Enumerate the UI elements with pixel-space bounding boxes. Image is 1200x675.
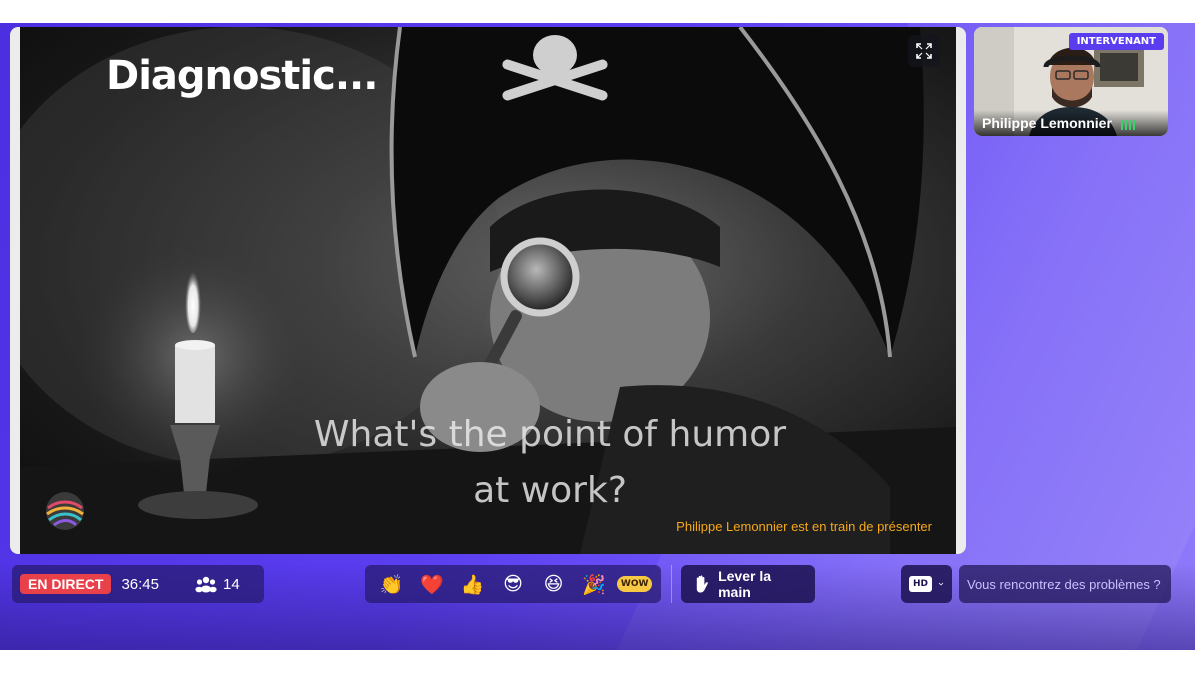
heart-icon[interactable]: ❤️	[414, 569, 450, 599]
laugh-face-icon[interactable]: 😆	[536, 569, 572, 599]
report-problem-link[interactable]: Vous rencontrez des problèmes ?	[959, 565, 1171, 603]
speaker-name-bar: Philippe Lemonnier	[974, 110, 1168, 136]
slide-quote-line-1: What's the point of humor	[313, 414, 787, 455]
speaker-video-tile[interactable]: INTERVENANT Philippe Lemonnier	[974, 27, 1168, 136]
raise-hand-label: Lever la main	[718, 568, 772, 600]
quality-select[interactable]: HD	[901, 565, 952, 603]
chevron-down-icon	[938, 582, 944, 586]
speaker-name: Philippe Lemonnier	[982, 115, 1112, 131]
fullscreen-button[interactable]	[908, 35, 940, 67]
cool-face-icon[interactable]: 😎	[495, 569, 531, 599]
wow-icon: WOW	[616, 576, 653, 592]
slide-title: Diagnostic...	[106, 53, 378, 99]
raise-hand-button[interactable]: Lever la main	[681, 565, 815, 603]
wow-reaction[interactable]: WOW	[616, 569, 653, 599]
presentation-stage: Diagnostic... What's the point of humor …	[10, 27, 966, 554]
toolbar-divider	[671, 565, 672, 603]
viewer-count: 14	[195, 575, 240, 593]
reaction-bar: 👏 ❤️ 👍 😎 😆 🎉 WOW	[365, 565, 661, 603]
brand-logo-icon	[46, 492, 84, 530]
participants-icon	[195, 576, 217, 593]
slide-quote-line-2: at work?	[473, 470, 627, 511]
audio-level-icon	[1120, 120, 1135, 130]
live-status-bar: EN DIRECT 36:45 14	[12, 565, 264, 603]
slide-edge-right	[956, 27, 966, 554]
live-badge: EN DIRECT	[20, 574, 112, 594]
slide: Diagnostic... What's the point of humor …	[20, 27, 956, 554]
clap-icon[interactable]: 👏	[373, 569, 409, 599]
speaker-role-badge: INTERVENANT	[1068, 33, 1164, 50]
party-popper-icon[interactable]: 🎉	[576, 569, 612, 599]
viewer-count-value: 14	[223, 575, 240, 593]
thumbs-up-icon[interactable]: 👍	[454, 569, 490, 599]
quality-selected: HD	[909, 576, 933, 592]
slide-quote: What's the point of humor at work?	[200, 407, 900, 519]
elapsed-time: 36:45	[121, 575, 159, 593]
presenter-status: Philippe Lemonnier est en train de prése…	[676, 519, 932, 534]
slide-edge-left	[10, 27, 20, 554]
hand-icon	[696, 575, 708, 593]
expand-icon	[916, 43, 932, 59]
